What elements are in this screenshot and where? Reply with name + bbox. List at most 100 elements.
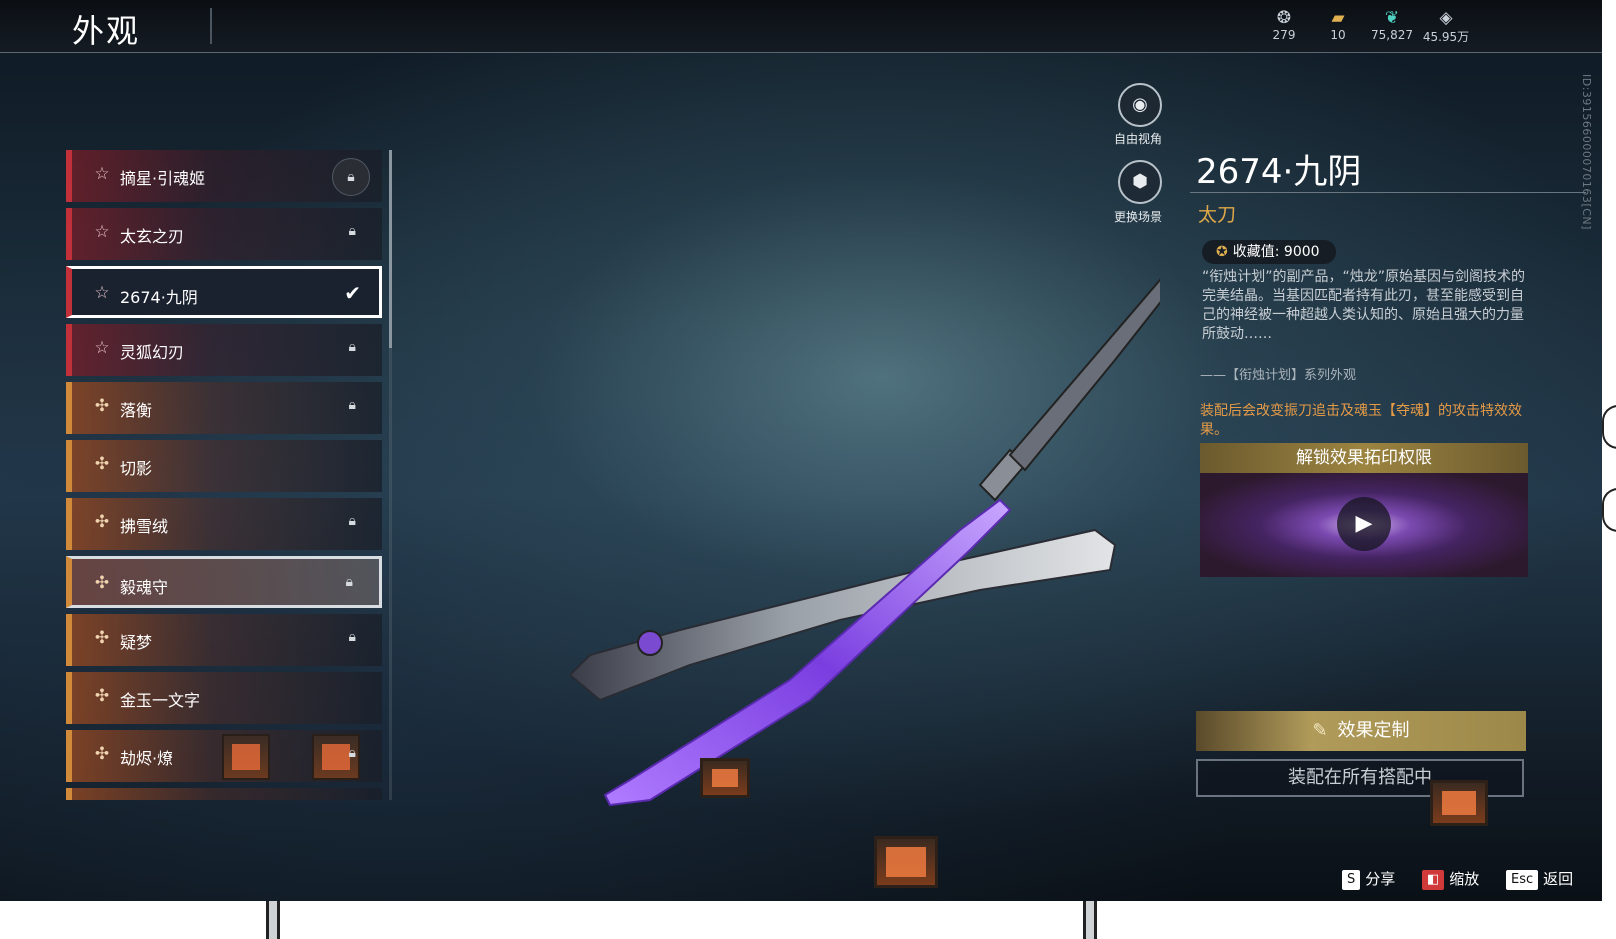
sheath-gem bbox=[637, 630, 663, 656]
currency-value: 45.95万 bbox=[1422, 30, 1470, 44]
customize-label: 效果定制 bbox=[1337, 720, 1410, 741]
rarity-icon: ✣ bbox=[94, 628, 110, 648]
item-name: 摘星·引魂姬 bbox=[120, 169, 206, 188]
effect-preview-video[interactable]: ▶ bbox=[1200, 473, 1528, 577]
star-icon: ☆ bbox=[94, 338, 110, 358]
free-view-label: 自由视角 bbox=[1113, 132, 1162, 146]
diamond-icon: ◈ bbox=[1439, 8, 1453, 28]
camera-icon: ◉ bbox=[1132, 94, 1148, 115]
list-item[interactable]: ✣ 切影 bbox=[66, 440, 382, 492]
lantern-deco bbox=[700, 758, 750, 798]
currency-diamond[interactable]: ◈ 45.95万 bbox=[1418, 8, 1474, 45]
unlock-effect-title: 解锁效果拓印权限 bbox=[1200, 443, 1528, 473]
key-esc: Esc bbox=[1506, 869, 1539, 890]
item-name: 拂雪绒 bbox=[120, 517, 169, 536]
user-id: ID:391566000070163[CN] bbox=[1580, 74, 1593, 230]
sprite-icon: ❂ bbox=[1276, 8, 1292, 28]
item-name: 落衡 bbox=[120, 401, 153, 420]
rarity-icon: ✣ bbox=[94, 454, 110, 474]
zoom-label: 缩放 bbox=[1449, 870, 1480, 888]
series-label: ——【衔烛计划】系列外观 bbox=[1200, 368, 1357, 383]
top-divider bbox=[0, 52, 1602, 53]
star-icon: ☆ bbox=[94, 283, 110, 303]
collection-value: 9000 bbox=[1283, 244, 1320, 260]
star-icon: ☆ bbox=[94, 222, 110, 242]
rarity-icon: ✣ bbox=[94, 512, 110, 532]
lock-icon: 🔒︎ bbox=[348, 223, 356, 239]
currency-value: 279 bbox=[1272, 28, 1296, 42]
currency-value: 75,827 bbox=[1371, 28, 1413, 42]
change-scene-button[interactable]: ⬢ bbox=[1118, 160, 1162, 204]
mouse-icon: ◧ bbox=[1422, 869, 1445, 890]
lantern-deco bbox=[874, 836, 938, 888]
weapon-name: 2674·九阴 bbox=[1196, 152, 1362, 192]
list-item[interactable]: ☆ 灵狐幻刃 🔒︎ bbox=[66, 324, 382, 376]
background-element bbox=[1602, 488, 1616, 532]
rarity-icon: ✣ bbox=[94, 573, 110, 593]
name-underline bbox=[1190, 192, 1586, 193]
item-name: 切影 bbox=[120, 459, 153, 478]
lantern-deco bbox=[1430, 780, 1488, 826]
collection-badge: ✪ 收藏值: 9000 bbox=[1202, 240, 1336, 264]
rarity-icon: ✣ bbox=[94, 744, 110, 764]
item-name: 疑梦 bbox=[120, 633, 153, 652]
game-screen: 外观 ❂ 279 ▰ 10 ❦ 75,827 ◈ 45.95万 ID:39156… bbox=[0, 0, 1602, 901]
item-name: 劫烬·燎 bbox=[120, 749, 174, 768]
list-item-hovered[interactable]: ✣ 毅魂守 🔒︎ bbox=[66, 556, 382, 608]
list-item[interactable]: ☆ 太玄之刃 🔒︎ bbox=[66, 208, 382, 260]
list-item[interactable]: ✣ 劫烬·燎 🔒︎ bbox=[66, 730, 382, 782]
change-scene-label: 更换场景 bbox=[1113, 210, 1162, 224]
lock-icon: 🔒︎ bbox=[332, 158, 370, 196]
list-item-selected[interactable]: ☆ 2674·九阴 ✔ bbox=[66, 266, 382, 318]
lock-icon: 🔒︎ bbox=[348, 397, 356, 413]
skin-list: ☆ 摘星·引魂姬 🔒︎ ☆ 太玄之刃 🔒︎ ☆ 2674·九阴 ✔ ☆ 灵狐幻刃… bbox=[66, 150, 384, 800]
list-item-partial[interactable] bbox=[66, 788, 382, 800]
rarity-icon: ✣ bbox=[94, 396, 110, 416]
free-view-button[interactable]: ◉ bbox=[1118, 83, 1162, 127]
share-hint[interactable]: S 分享 bbox=[1342, 868, 1395, 890]
item-name: 2674·九阴 bbox=[120, 288, 198, 307]
list-item[interactable]: ✣ 疑梦 🔒︎ bbox=[66, 614, 382, 666]
share-label: 分享 bbox=[1365, 870, 1396, 888]
currency-sprite[interactable]: ❂ 279 bbox=[1256, 8, 1312, 42]
background-element bbox=[1602, 405, 1616, 449]
weapon-preview[interactable] bbox=[540, 260, 1160, 820]
cube-icon: ⬢ bbox=[1132, 171, 1148, 192]
currency-feather[interactable]: ❦ 75,827 bbox=[1364, 8, 1420, 42]
lock-icon: 🔒︎ bbox=[348, 629, 356, 645]
list-item[interactable]: ✣ 金玉一文字 bbox=[66, 672, 382, 724]
list-item[interactable]: ☆ 摘星·引魂姬 🔒︎ bbox=[66, 150, 382, 202]
weapon-description: “衔烛计划”的副产品，“烛龙”原始基因与剑阁技术的完美结晶。当基因匹配者持有此刃… bbox=[1202, 269, 1526, 342]
ticket-icon: ▰ bbox=[1331, 8, 1345, 28]
lock-icon: 🔒︎ bbox=[348, 513, 356, 529]
back-hint[interactable]: Esc 返回 bbox=[1506, 868, 1573, 890]
title-separator bbox=[210, 8, 212, 44]
collection-label: 收藏值: bbox=[1232, 244, 1280, 260]
background-element bbox=[266, 901, 280, 939]
play-icon[interactable]: ▶ bbox=[1337, 497, 1391, 551]
lock-icon: 🔒︎ bbox=[348, 745, 356, 761]
blade-handle bbox=[1008, 278, 1160, 472]
brush-icon: ✎ bbox=[1312, 720, 1328, 741]
item-name: 金玉一文字 bbox=[120, 691, 201, 710]
check-icon: ✔ bbox=[344, 281, 361, 305]
lantern-deco bbox=[222, 734, 270, 780]
item-name: 灵狐幻刃 bbox=[120, 343, 185, 362]
page-title: 外观 bbox=[72, 12, 141, 50]
zoom-hint[interactable]: ◧ 缩放 bbox=[1422, 868, 1479, 890]
currency-ticket[interactable]: ▰ 10 bbox=[1310, 8, 1366, 42]
back-label: 返回 bbox=[1543, 870, 1574, 888]
weapon-type: 太刀 bbox=[1198, 204, 1237, 226]
background-element bbox=[1083, 901, 1097, 939]
key-s: S bbox=[1342, 869, 1361, 890]
customize-effect-button[interactable]: ✎ 效果定制 bbox=[1196, 711, 1526, 751]
currency-value: 10 bbox=[1330, 28, 1346, 42]
list-item[interactable]: ✣ 落衡 🔒︎ bbox=[66, 382, 382, 434]
star-icon: ☆ bbox=[94, 164, 110, 184]
item-name: 毅魂守 bbox=[120, 578, 169, 597]
sheath-shape bbox=[568, 528, 1117, 702]
list-item[interactable]: ✣ 拂雪绒 🔒︎ bbox=[66, 498, 382, 550]
effect-description: 装配后会改变振刀追击及魂玉【夺魂】的攻击特效效果。 bbox=[1200, 403, 1522, 438]
collection-icon: ✪ bbox=[1216, 244, 1228, 260]
list-scrollbar-thumb[interactable] bbox=[389, 150, 392, 348]
